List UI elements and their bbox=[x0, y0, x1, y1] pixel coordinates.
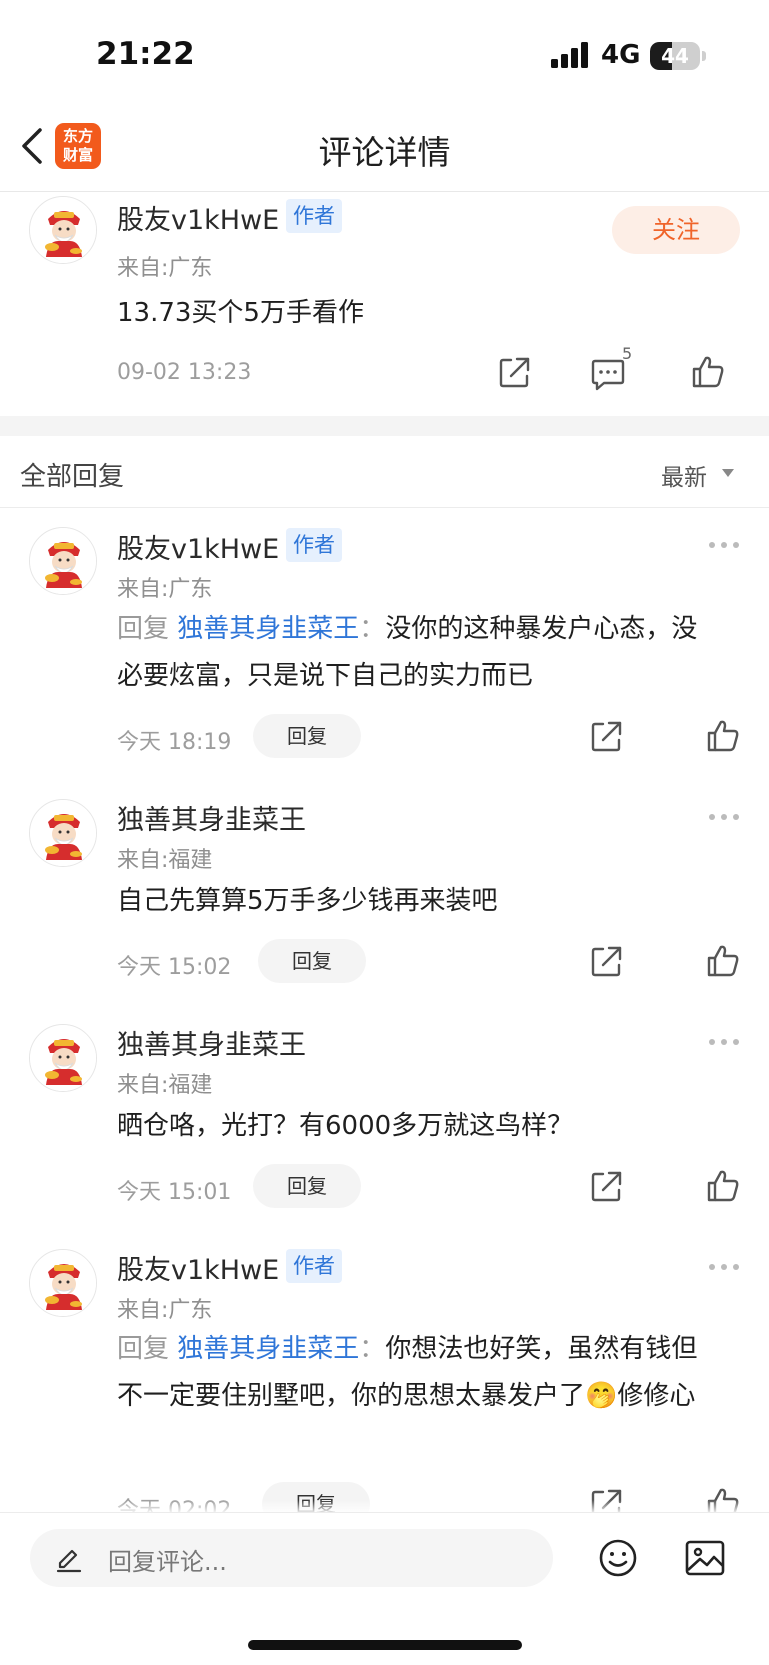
thumbs-up-icon[interactable] bbox=[705, 718, 741, 754]
reply-target-link[interactable]: 独善其身韭菜王 bbox=[177, 614, 359, 644]
battery-icon: 44 bbox=[650, 42, 706, 70]
share-icon[interactable] bbox=[589, 1168, 625, 1204]
comment-icon bbox=[591, 359, 625, 391]
image-icon[interactable] bbox=[685, 1540, 725, 1576]
page-title: 评论详情 bbox=[318, 133, 451, 172]
reply-content: 自己先算算5万手多少钱再来装吧 bbox=[117, 886, 498, 916]
reply-location: 来自:福建 bbox=[117, 1073, 213, 1098]
reply-input[interactable]: 回复评论... bbox=[30, 1529, 553, 1587]
share-icon[interactable] bbox=[497, 354, 533, 390]
reply-prefix: 回复 bbox=[117, 614, 170, 644]
reply-target-link[interactable]: 独善其身韭菜王 bbox=[177, 1334, 359, 1364]
author-badge: 作者 bbox=[286, 528, 342, 562]
main-comment-location: 来自:广东 bbox=[117, 256, 213, 281]
main-comment-time: 09-02 13:23 bbox=[117, 360, 252, 385]
avatar[interactable] bbox=[29, 1249, 97, 1317]
avatar[interactable] bbox=[29, 527, 97, 595]
reply-content: 回复 独善其身韭菜王：没你的这种暴发户心态，没必要炫富，只是说下自己的实力而已 bbox=[117, 606, 717, 700]
author-badge: 作者 bbox=[286, 199, 342, 233]
replies-header: 全部回复 最新 bbox=[0, 436, 769, 508]
avatar[interactable] bbox=[29, 799, 97, 867]
replies-title: 全部回复 bbox=[20, 462, 125, 492]
reply-count: 5 bbox=[622, 344, 633, 363]
more-dots-icon[interactable] bbox=[708, 1263, 740, 1271]
reply-button[interactable]: 回复 bbox=[253, 714, 361, 758]
status-time: 21:22 bbox=[96, 36, 195, 72]
reply-username[interactable]: 独善其身韭菜王 bbox=[117, 1023, 306, 1062]
battery-percent: 44 bbox=[661, 44, 689, 68]
reply-location: 来自:福建 bbox=[117, 848, 213, 873]
reply-time: 今天 15:01 bbox=[117, 1180, 232, 1205]
main-comment-username[interactable]: 股友v1kHwE bbox=[117, 198, 279, 237]
avatar[interactable] bbox=[29, 1024, 97, 1092]
reply-separator: ： bbox=[359, 614, 386, 644]
avatar[interactable] bbox=[29, 196, 97, 264]
thumbs-up-icon[interactable] bbox=[705, 1168, 741, 1204]
reply-username[interactable]: 独善其身韭菜王 bbox=[117, 798, 306, 837]
main-comment-content: 13.73买个5万手看作 bbox=[117, 298, 364, 328]
status-bar: 21:22 4G 44 bbox=[0, 0, 769, 100]
reply-location: 来自:广东 bbox=[117, 1298, 213, 1323]
thumbs-up-icon[interactable] bbox=[690, 354, 726, 390]
reply-username[interactable]: 股友v1kHwE bbox=[117, 1248, 279, 1287]
follow-button[interactable]: 关注 bbox=[612, 206, 740, 254]
reply-time: 今天 15:02 bbox=[117, 955, 232, 980]
emoji-icon[interactable] bbox=[598, 1538, 638, 1578]
reply-button[interactable]: 回复 bbox=[253, 1164, 361, 1208]
more-dots-icon[interactable] bbox=[708, 1038, 740, 1046]
section-divider bbox=[0, 416, 769, 436]
emoji-glyph: 🤭 bbox=[585, 1381, 618, 1411]
reply-text-tail: 修修心 bbox=[617, 1381, 696, 1411]
nav-bar: 东方 财富 评论详情 bbox=[0, 100, 769, 192]
share-icon[interactable] bbox=[589, 943, 625, 979]
reply-input-placeholder: 回复评论... bbox=[108, 1548, 227, 1576]
more-dots-icon[interactable] bbox=[708, 813, 740, 821]
reply-location: 来自:广东 bbox=[117, 577, 213, 602]
reply-prefix: 回复 bbox=[117, 1334, 170, 1364]
pencil-icon bbox=[56, 1549, 82, 1573]
comment-button[interactable]: 5 bbox=[590, 344, 634, 394]
reply-time: 今天 18:19 bbox=[117, 730, 232, 755]
reply-button[interactable]: 回复 bbox=[258, 939, 366, 983]
network-label: 4G bbox=[601, 40, 641, 70]
author-badge: 作者 bbox=[286, 1249, 342, 1283]
reply-content: 回复 独善其身韭菜王：你想法也好笑，虽然有钱但不一定要住别墅吧，你的思想太暴发户… bbox=[117, 1326, 717, 1420]
signal-icon bbox=[551, 42, 588, 68]
thumbs-up-icon[interactable] bbox=[705, 943, 741, 979]
home-indicator[interactable] bbox=[248, 1640, 522, 1650]
reply-content: 晒仓咯，光打？有6000多万就这鸟样？ bbox=[117, 1111, 574, 1141]
more-dots-icon[interactable] bbox=[708, 541, 740, 549]
reply-username[interactable]: 股友v1kHwE bbox=[117, 527, 279, 566]
reply-separator: ： bbox=[359, 1334, 386, 1364]
caret-down-icon[interactable] bbox=[721, 468, 735, 478]
sort-dropdown[interactable]: 最新 bbox=[661, 458, 707, 492]
share-icon[interactable] bbox=[589, 718, 625, 754]
